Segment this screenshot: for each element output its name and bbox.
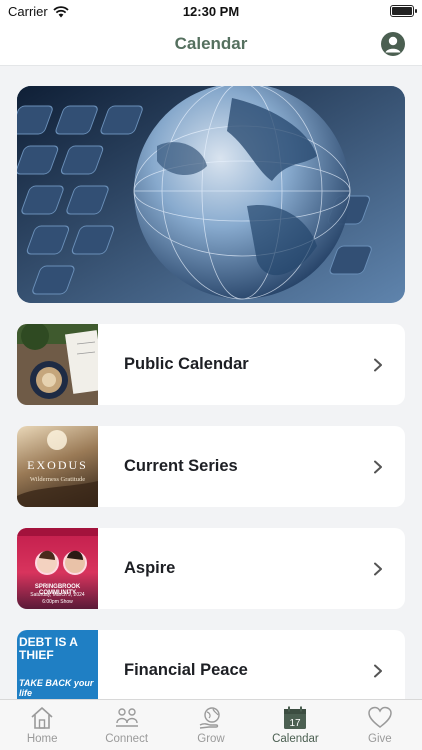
tab-label: Give	[368, 733, 392, 745]
tab-label: Calendar	[272, 733, 319, 745]
navigation-bar: Calendar	[0, 24, 422, 66]
globe-keyboard-image	[17, 86, 405, 303]
person-circle-icon	[385, 36, 401, 53]
public-calendar-card[interactable]: Public Calendar	[17, 324, 405, 405]
house-icon	[31, 707, 53, 729]
current-series-card[interactable]: EXODUS Wilderness Gratitude Current Seri…	[17, 426, 405, 507]
chevron-right-icon	[374, 460, 382, 473]
series-art-subtitle: Wilderness Gratitude	[29, 476, 86, 483]
chevron-right-icon	[374, 664, 382, 677]
people-icon	[115, 708, 138, 727]
tab-give[interactable]: Give	[338, 700, 422, 750]
tab-bar: Home Connect Grow 17 Calendar Give	[0, 699, 422, 750]
tab-label: Home	[26, 733, 58, 745]
tab-grow[interactable]: Grow	[169, 700, 253, 750]
financial-poster-title: DEBT IS A THIEF	[19, 635, 78, 662]
aspire-card[interactable]: SPRINGBROOK COMMUNITY Saturday, March 9,…	[17, 528, 405, 609]
current-series-thumbnail: EXODUS Wilderness Gratitude	[17, 426, 98, 507]
card-label: Current Series	[124, 457, 238, 475]
profile-button[interactable]	[381, 32, 405, 56]
card-label: Financial Peace	[124, 661, 248, 679]
aspire-thumbnail: SPRINGBROOK COMMUNITY Saturday, March 9,…	[17, 528, 98, 609]
series-art-title: EXODUS	[27, 458, 88, 472]
tab-connect[interactable]: Connect	[84, 700, 168, 750]
tab-home[interactable]: Home	[0, 700, 84, 750]
hero-banner[interactable]	[17, 86, 405, 303]
globe-hand-icon	[199, 707, 220, 729]
financial-poster-subtitle: TAKE BACK your life	[19, 678, 94, 698]
status-time: 12:30 PM	[182, 4, 240, 19]
page-title: Calendar	[174, 34, 248, 53]
card-label: Public Calendar	[124, 355, 249, 373]
tab-calendar[interactable]: 17 Calendar	[253, 700, 337, 750]
coffee-notebook-image	[17, 324, 98, 405]
tab-label: Connect	[105, 733, 149, 745]
chevron-right-icon	[374, 358, 382, 371]
battery-icon	[390, 5, 417, 17]
status-bar: Carrier 12:30 PM	[0, 0, 422, 24]
calendar-icon-date: 17	[290, 718, 302, 729]
tab-label: Grow	[197, 733, 225, 745]
heart-icon	[368, 706, 392, 728]
aspire-poster-time: 6:00pm Show	[42, 599, 73, 605]
chevron-right-icon	[374, 562, 382, 575]
aspire-poster-date: Saturday, March 9, 2024	[30, 592, 85, 598]
public-calendar-thumbnail	[17, 324, 98, 405]
card-label: Aspire	[124, 559, 176, 577]
calendar-icon: 17	[284, 706, 307, 729]
